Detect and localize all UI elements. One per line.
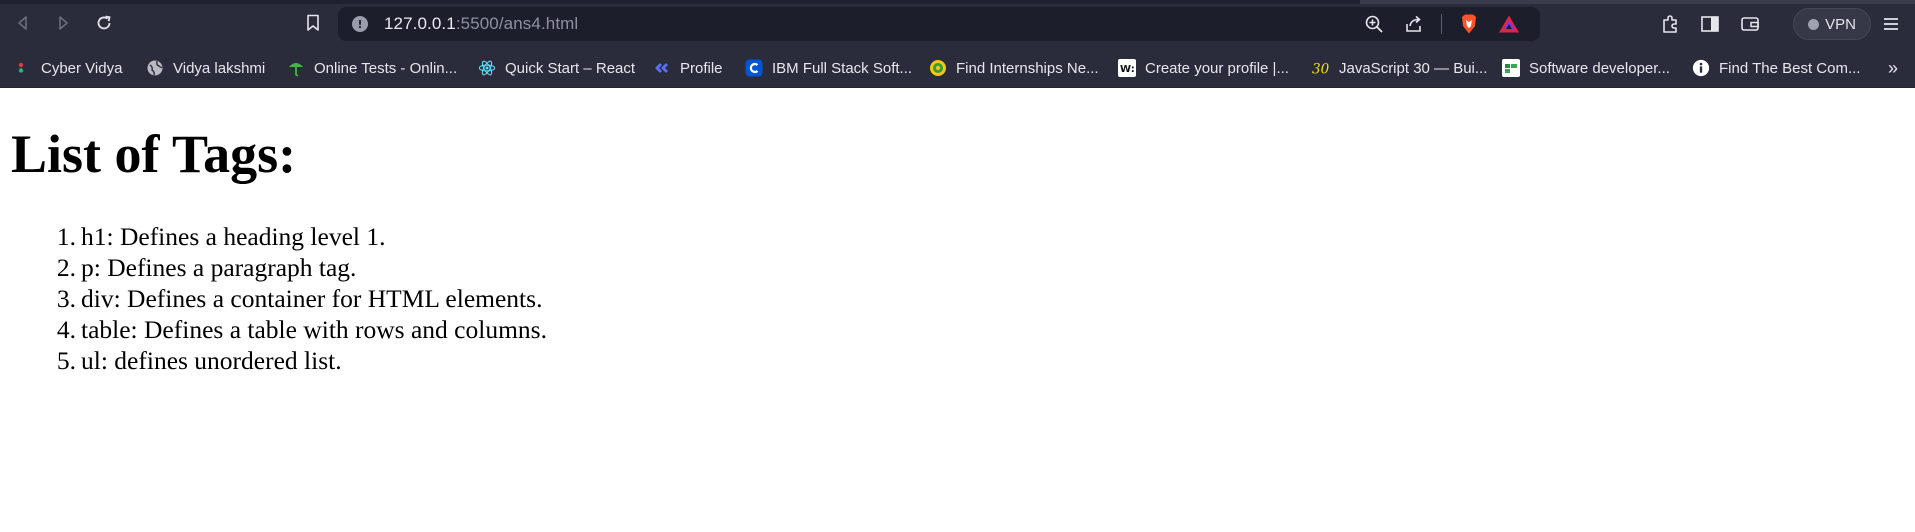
react-icon <box>478 59 496 77</box>
list-item-text: h1: Defines a heading level 1. <box>81 222 386 251</box>
coursera-icon <box>745 59 763 77</box>
divider <box>1441 14 1442 34</box>
wallet-icon[interactable] <box>1735 10 1765 38</box>
svg-text:30: 30 <box>1312 61 1330 77</box>
bookmark-label: IBM Full Stack Soft... <box>772 59 913 77</box>
globe-icon <box>146 59 164 77</box>
list-item-number: 5. <box>56 346 76 375</box>
list-item-number: 2. <box>56 253 76 282</box>
vpn-label: VPN <box>1825 15 1856 33</box>
bookmark-label: Software developer... <box>1529 59 1670 77</box>
bookmark-label: Profile <box>680 59 723 77</box>
info-icon <box>1692 59 1710 77</box>
list-item-text: ul: defines unordered list. <box>81 346 342 375</box>
vpn-button[interactable]: VPN <box>1793 8 1871 40</box>
sidebar-icon[interactable] <box>1695 10 1725 38</box>
js30-icon: 30 <box>1312 59 1330 77</box>
url-path: :5500/ans4.html <box>455 14 579 33</box>
address-bar-actions <box>1361 11 1522 37</box>
list-item-text: div: Defines a container for HTML elemen… <box>81 284 543 313</box>
bookmark-item[interactable]: Cyber Vidya <box>14 48 122 88</box>
zoom-icon[interactable] <box>1361 11 1387 37</box>
browser-toolbar: ! 127.0.0.1:5500/ans4.html VPN <box>0 0 1915 48</box>
bookmark-label: Quick Start – React <box>505 59 636 77</box>
brave-rewards-icon[interactable] <box>1496 11 1522 37</box>
reload-icon[interactable] <box>91 10 117 36</box>
page-heading: List of Tags: <box>11 124 297 184</box>
bookmark-label: Create your profile |... <box>1145 59 1289 77</box>
bookmark-label: Find The Best Com... <box>1719 59 1861 77</box>
list-item: 1. h1: Defines a heading level 1. <box>42 221 547 252</box>
forward-arrow-icon[interactable] <box>50 10 76 36</box>
brave-shields-icon[interactable] <box>1456 11 1482 37</box>
list-item-text: table: Defines a table with rows and col… <box>81 315 547 344</box>
list-item-text: p: Defines a paragraph tag. <box>81 253 357 282</box>
list-item: 5. ul: defines unordered list. <box>42 345 547 376</box>
bookmark-item[interactable]: 30 JavaScript 30 — Bui... <box>1312 48 1487 88</box>
list-item-number: 1. <box>56 222 76 251</box>
bookmark-label: Find Internships Ne... <box>956 59 1099 77</box>
svg-text:W:: W: <box>1120 64 1135 75</box>
bookmark-item[interactable]: Quick Start – React <box>478 48 635 88</box>
w-icon: W: <box>1118 59 1136 77</box>
bookmark-item[interactable]: W: Create your profile |... <box>1118 48 1289 88</box>
bookmark-icon[interactable] <box>300 10 326 36</box>
internshala-icon <box>929 59 947 77</box>
bookmark-item[interactable]: IBM Full Stack Soft... <box>745 48 912 88</box>
share-icon[interactable] <box>1401 11 1427 37</box>
bookmark-item[interactable]: Online Tests - Onlin... <box>287 48 457 88</box>
bookmark-item[interactable]: Profile <box>653 48 723 88</box>
url-text[interactable]: 127.0.0.1:5500/ans4.html <box>384 14 578 34</box>
back-arrow-icon[interactable] <box>10 10 36 36</box>
vpn-status-icon <box>1808 18 1820 30</box>
cybervidya-icon <box>14 59 32 77</box>
bookmark-item[interactable]: Vidya lakshmi <box>146 48 265 88</box>
bookmark-label: Vidya lakshmi <box>173 59 266 77</box>
address-bar[interactable]: ! 127.0.0.1:5500/ans4.html <box>338 7 1540 41</box>
tests-icon <box>287 59 305 77</box>
list-item-number: 3. <box>56 284 76 313</box>
bookmark-item[interactable]: Find Internships Ne... <box>929 48 1099 88</box>
page-content: List of Tags: 1. h1: Defines a heading le… <box>0 89 1915 532</box>
list-item: 2. p: Defines a paragraph tag. <box>42 252 547 283</box>
bookmark-item[interactable]: Software developer... <box>1502 48 1670 88</box>
site-info-icon[interactable]: ! <box>352 16 368 32</box>
bookmark-label: JavaScript 30 — Bui... <box>1339 59 1488 77</box>
bookmarks-bar: Cyber Vidya Vidya lakshmi Online Tests -… <box>0 48 1915 88</box>
bookmark-item[interactable]: Find The Best Com... <box>1692 48 1860 88</box>
tag-list: 1. h1: Defines a heading level 1. 2. p: De… <box>42 221 547 376</box>
url-host: 127.0.0.1 <box>384 14 456 33</box>
list-item: 4. table: Defines a table with rows and c… <box>42 314 547 345</box>
list-item: 3. div: Defines a container for HTML elem… <box>42 283 547 314</box>
extensions-icon[interactable] <box>1655 10 1685 38</box>
hamburger-menu-icon[interactable] <box>1876 10 1906 38</box>
bookmark-label: Online Tests - Onlin... <box>314 59 458 77</box>
tab-strip <box>0 0 1915 4</box>
list-item-number: 4. <box>56 315 76 344</box>
toolbar-right-icons <box>1655 10 1765 38</box>
active-tab[interactable] <box>1360 0 1915 4</box>
bookmark-label: Cyber Vidya <box>41 59 123 77</box>
sheet-icon <box>1502 59 1520 77</box>
profile-icon <box>653 59 671 77</box>
bookmarks-overflow-button[interactable]: » <box>1880 48 1906 88</box>
